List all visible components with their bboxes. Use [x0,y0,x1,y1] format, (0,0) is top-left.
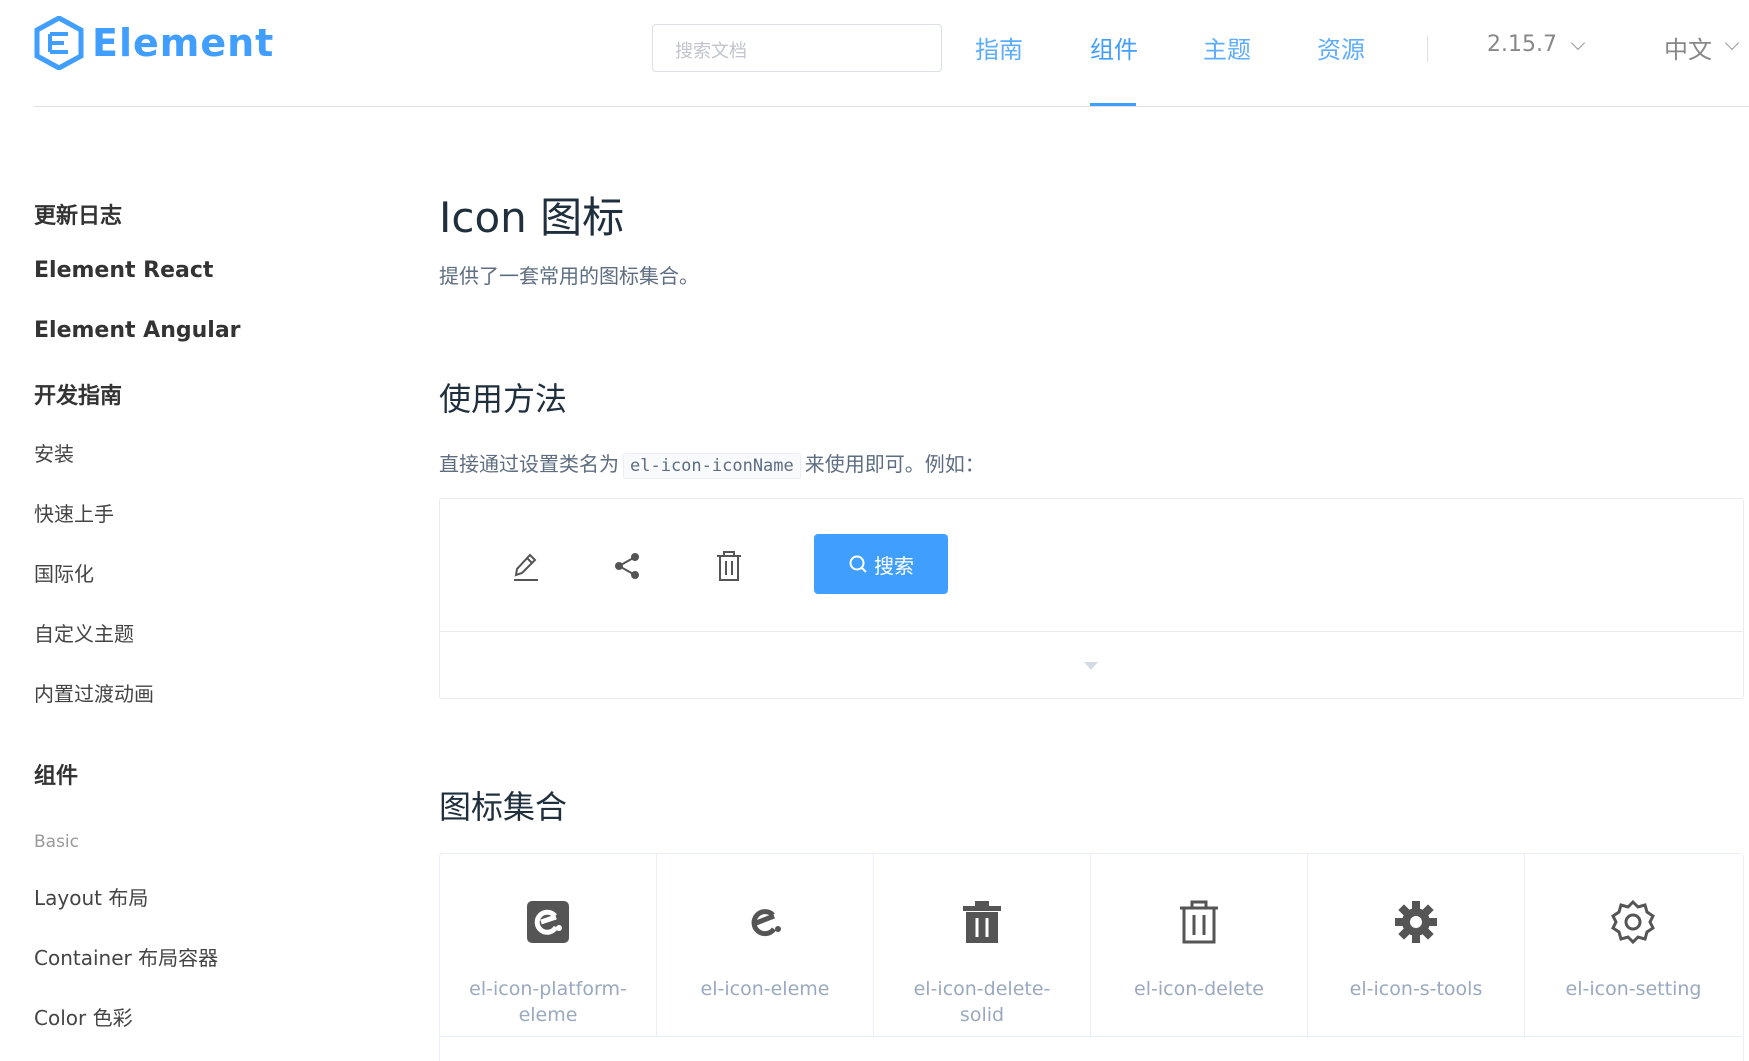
icon-label: el-icon-setting [1565,978,1702,1000]
share-icon [615,553,639,579]
sidebar-item-custom-theme[interactable]: 自定义主题 [34,618,134,647]
sidebar-group-basic: Basic [34,832,80,852]
icon-cell[interactable]: el-icon-setting [1525,854,1742,1037]
nav-divider [1427,36,1428,62]
nav-components[interactable]: 组件 [1090,30,1138,65]
s-tools-icon [1395,901,1437,943]
delete-solid-icon [963,901,1001,943]
sidebar-item-container[interactable]: Container 布局容器 [34,942,218,971]
version-select[interactable]: 2.15.7 [1487,32,1557,57]
sidebar-item-changelog[interactable]: 更新日志 [34,198,122,230]
icon-cell[interactable]: el-icon-s-tools [1308,854,1525,1037]
caret-down-icon [1084,662,1098,670]
icon-label: el-icon-platform-eleme [469,978,627,1026]
icon-grid: el-icon-platform-eleme el-icon-eleme el-… [439,853,1744,1061]
icon-cell[interactable]: el-icon-eleme [657,854,874,1037]
search-placeholder: 搜索文档 [675,41,747,62]
icon-cell[interactable]: el-icon-delete [1091,854,1308,1037]
chevron-down-icon [1570,35,1586,51]
demo-source: 搜索 [440,499,1743,632]
sidebar-item-install[interactable]: 安装 [34,438,74,467]
icon-cell[interactable]: el-icon-delete-solid [874,854,1091,1037]
logo-text: Element [92,21,275,65]
usage-title: 使用方法 [439,380,568,418]
demo-expand-toggle[interactable] [440,632,1743,699]
usage-text-before: 直接通过设置类名为 [439,452,619,476]
page-description: 提供了一套常用的图标集合。 [439,264,699,288]
icon-label: el-icon-eleme [700,978,830,1000]
language-select[interactable]: 中文 [1664,30,1712,65]
icon-label: el-icon-delete-solid [913,978,1051,1026]
sidebar-item-element-react[interactable]: Element React [34,258,213,283]
element-logo-icon [34,16,84,70]
logo[interactable]: Element [34,16,274,70]
page-title: Icon 图标 [439,193,625,242]
search-input[interactable]: 搜索文档 [652,24,942,72]
header-divider [34,106,1749,107]
sidebar-section-components: 组件 [34,764,79,789]
icons-section-title: 图标集合 [439,788,568,826]
eleme-icon [751,909,781,937]
sidebar-item-transition[interactable]: 内置过渡动画 [34,678,154,707]
header: Element 搜索文档 指南 组件 主题 资源 2.15.7 中文 [0,0,1749,107]
sidebar-item-quickstart[interactable]: 快速上手 [34,498,114,527]
search-button-label: 搜索 [874,553,914,578]
sidebar-section-dev-guide: 开发指南 [34,384,123,409]
chevron-down-icon [1724,35,1740,51]
setting-icon [1611,900,1655,944]
icon-cell[interactable]: el-icon-platform-eleme [440,854,657,1037]
demo-block: 搜索 [439,498,1744,699]
platform-eleme-icon [527,901,569,943]
usage-text: 直接通过设置类名为 el-icon-iconName 来使用即可。例如： [439,448,985,479]
nav-theme[interactable]: 主题 [1203,30,1251,65]
sidebar-item-layout[interactable]: Layout 布局 [34,882,148,911]
nav-resources[interactable]: 资源 [1317,30,1365,65]
sidebar-item-element-angular[interactable]: Element Angular [34,318,241,343]
sidebar-item-i18n[interactable]: 国际化 [34,558,94,587]
search-icon [849,555,867,573]
delete-icon [717,551,741,581]
delete-icon [1180,900,1218,944]
search-button[interactable]: 搜索 [814,534,948,594]
edit-icon [514,553,538,581]
icon-label: el-icon-delete [1134,978,1264,1000]
icon-label: el-icon-s-tools [1349,978,1483,1000]
usage-code: el-icon-iconName [623,453,801,479]
nav-guide[interactable]: 指南 [975,30,1023,65]
sidebar-item-color[interactable]: Color 色彩 [34,1002,133,1031]
usage-text-after: 来使用即可。例如： [804,452,985,476]
